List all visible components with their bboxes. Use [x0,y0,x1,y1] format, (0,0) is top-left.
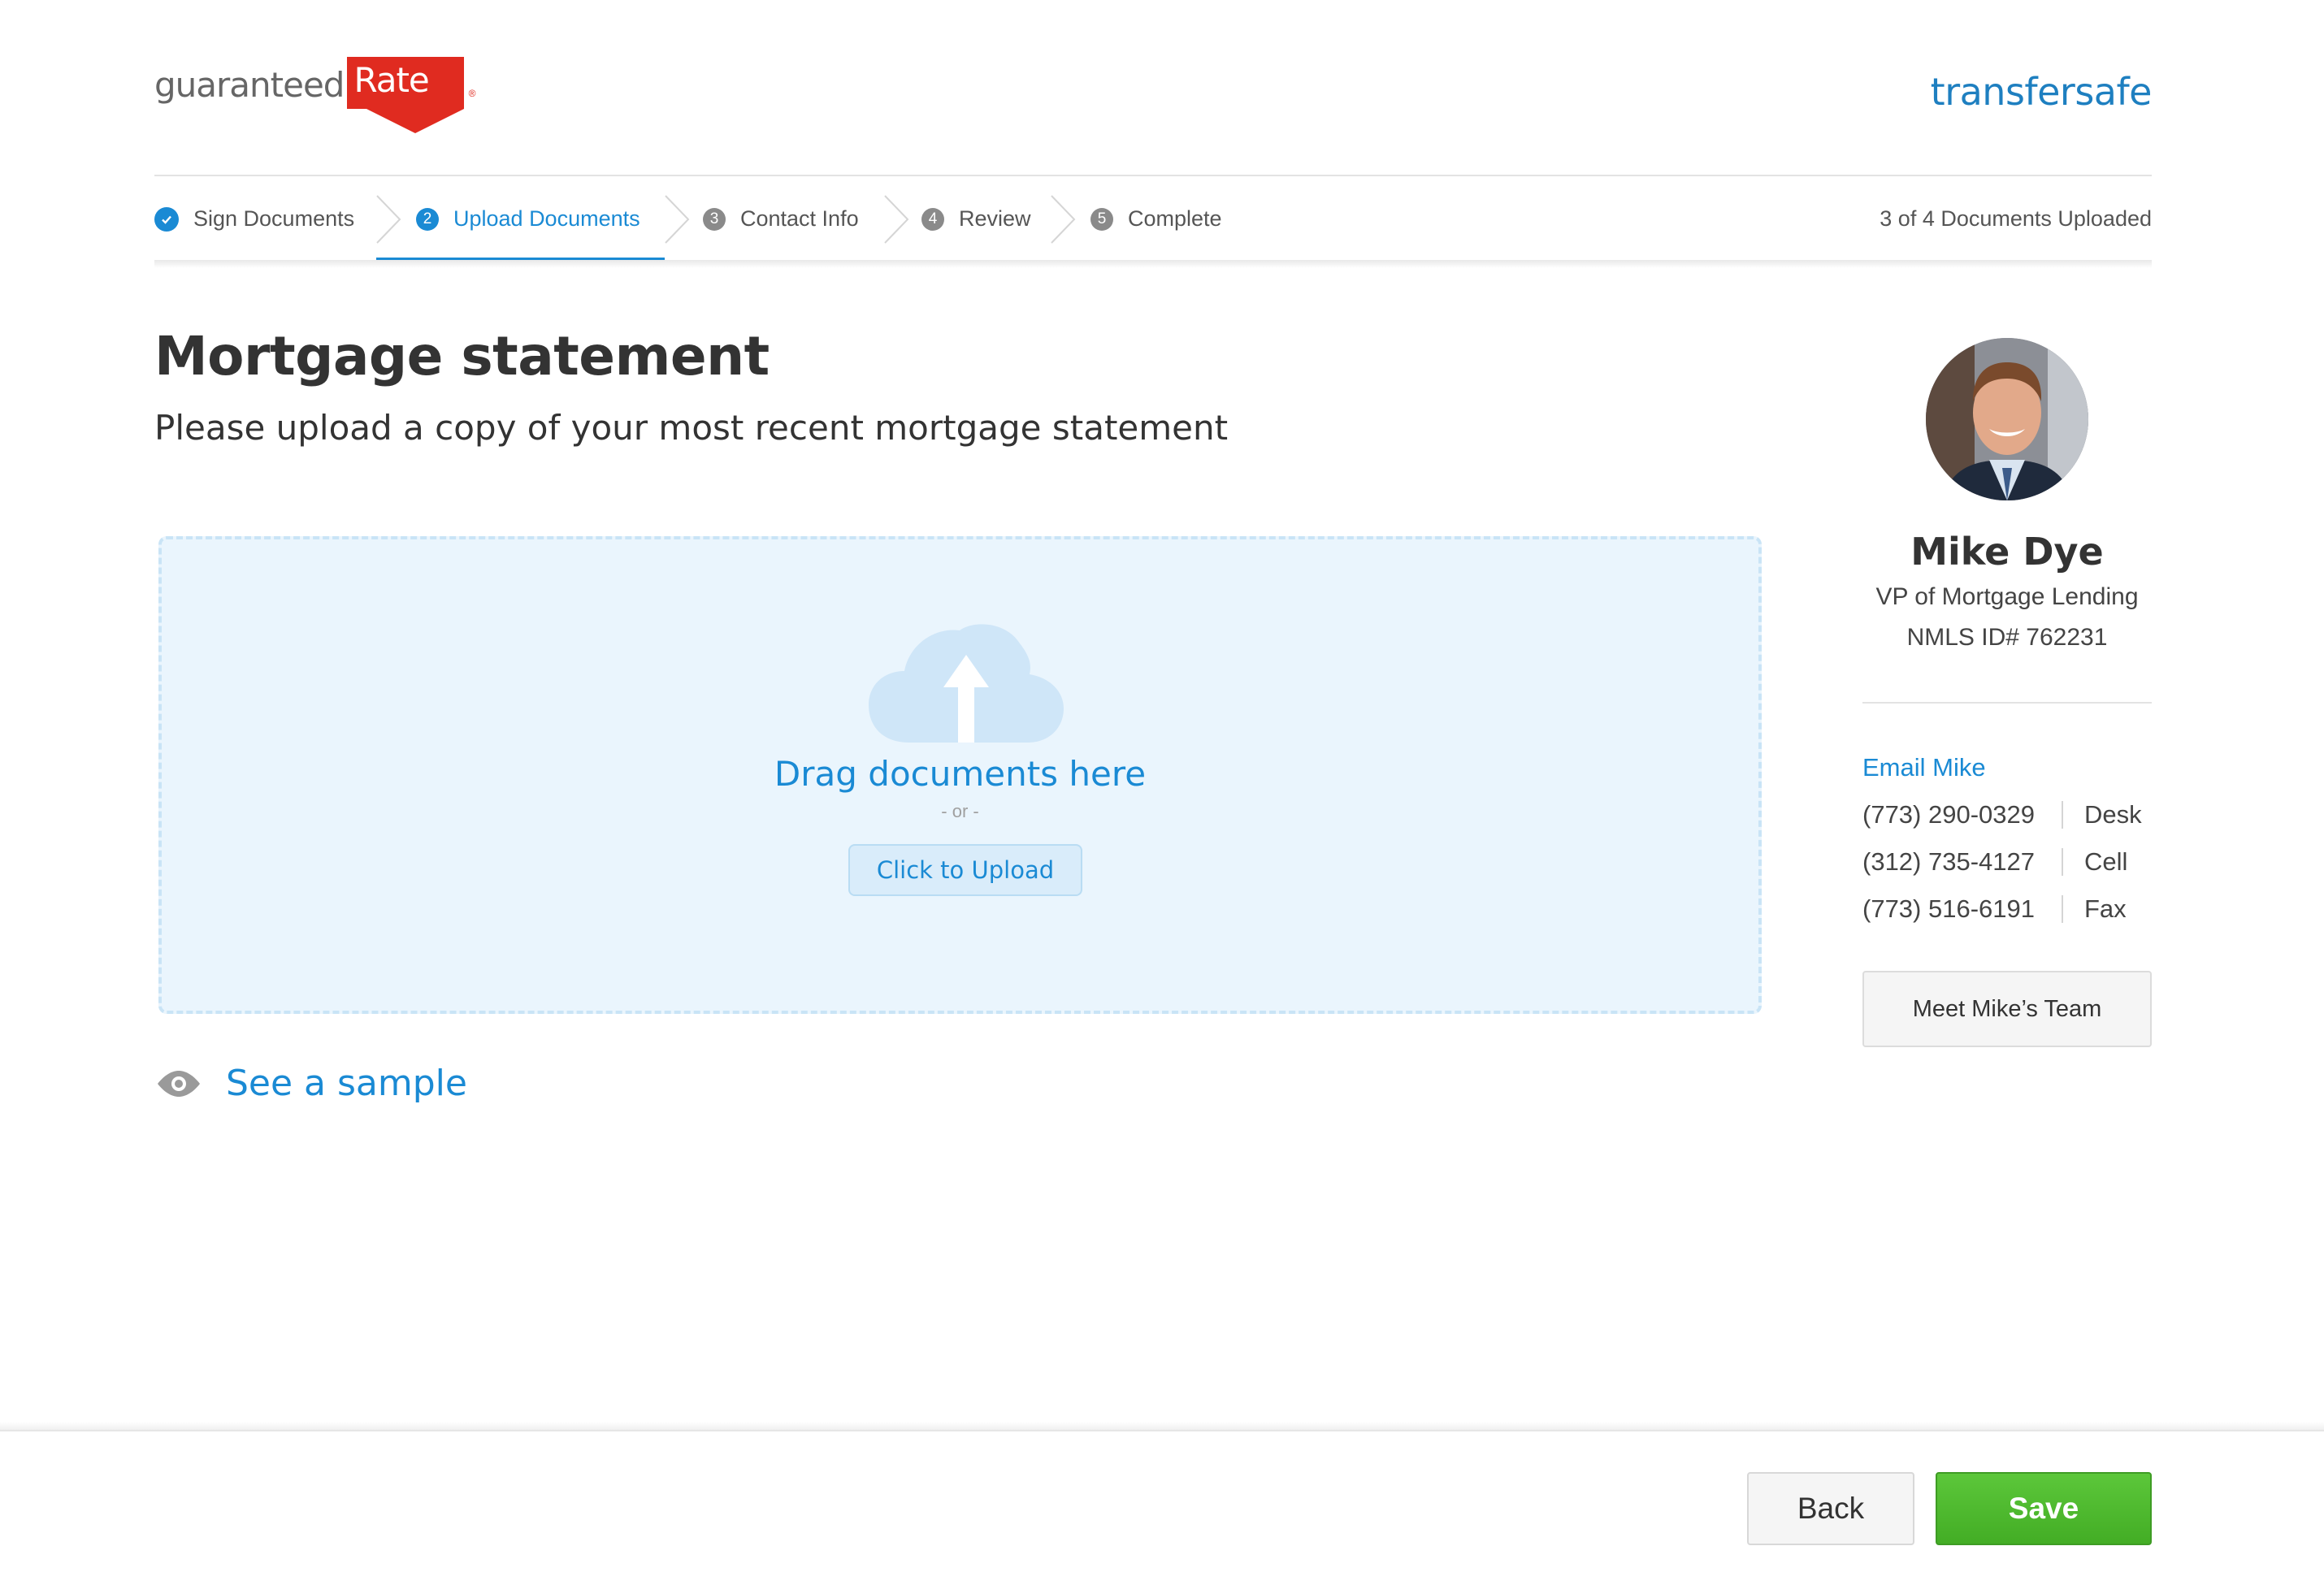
logo-registered-mark: ® [468,88,476,99]
page-title: Mortgage statement [154,325,770,388]
step-review[interactable]: 4 Review [921,176,1031,262]
step-label: Review [959,206,1031,231]
phone-type: Desk [2084,800,2142,829]
logo-arrow-icon [366,109,465,133]
documents-uploaded-count: 3 of 4 Documents Uploaded [1880,206,2152,231]
step-number: 5 [1090,207,1113,231]
phone-separator [2062,801,2063,829]
phone-row-fax[interactable]: (773) 516-6191 Fax [1862,894,2127,924]
chevron-right-icon [665,195,690,244]
phone-row-cell[interactable]: (312) 735-4127 Cell [1862,847,2127,877]
back-button[interactable]: Back [1747,1472,1914,1545]
eye-icon [158,1070,200,1097]
agent-nmls-id: NMLS ID# 762231 [1906,624,2108,651]
progress-steps: Sign Documents 2 Upload Documents 3 Cont… [154,176,2152,262]
step-label: Contact Info [740,206,859,231]
sidebar-divider [1862,702,2152,704]
see-sample-link[interactable]: See a sample [156,1063,467,1104]
drag-documents-text: Drag documents here [774,754,1147,794]
phone-type: Cell [2084,847,2128,876]
save-button[interactable]: Save [1936,1472,2152,1545]
chevron-right-icon [1051,195,1076,244]
cloud-upload-icon [869,624,1064,743]
phone-type: Fax [2084,894,2127,923]
chevron-right-icon [376,195,401,244]
step-number: 4 [921,207,944,231]
click-to-upload-button[interactable]: Click to Upload [848,844,1082,896]
footer-divider [0,1430,2324,1431]
step-number: 2 [416,207,439,231]
logo-rate-badge: Rate ® [347,57,475,133]
step-label: Sign Documents [193,206,355,231]
step-label: Complete [1128,206,1222,231]
phone-row-desk[interactable]: (773) 290-0329 Desk [1862,800,2142,829]
step-complete[interactable]: 5 Complete [1090,176,1222,262]
agent-title: VP of Mortgage Lending [1875,583,2139,610]
page-subtitle: Please upload a copy of your most recent… [154,408,1229,448]
agent-avatar [1926,338,2088,500]
chevron-right-icon [884,195,909,244]
see-sample-label: See a sample [226,1063,467,1104]
agent-photo [1926,338,2088,500]
guaranteed-rate-logo[interactable]: guaranteed Rate ® [154,57,475,133]
steps-shadow [154,260,2152,268]
meet-team-button[interactable]: Meet Mike’s Team [1862,971,2152,1047]
step-label: Upload Documents [453,206,640,231]
page-header: guaranteed Rate ® transfersafe [154,49,2153,175]
step-sign-documents[interactable]: Sign Documents [154,176,354,262]
phone-separator [2062,895,2063,923]
footer-shadow [0,1422,2324,1430]
check-circle-icon [154,206,179,232]
step-upload-documents[interactable]: 2 Upload Documents [416,176,640,262]
step-contact-info[interactable]: 3 Contact Info [703,176,859,262]
logo-rate-text: Rate [347,57,465,109]
step-number: 3 [703,207,726,231]
email-agent-link[interactable]: Email Mike [1862,753,1986,782]
agent-name: Mike Dye [1910,530,2104,574]
phone-number: (773) 290-0329 [1862,800,2035,829]
transfersafe-brand: transfersafe [1930,70,2153,114]
logo-word: guaranteed [154,65,345,105]
or-separator: - or - [941,801,979,821]
phone-separator [2062,848,2063,876]
upload-dropzone[interactable]: Drag documents here - or - Click to Uplo… [158,536,1762,1014]
phone-number: (773) 516-6191 [1862,894,2035,923]
phone-number: (312) 735-4127 [1862,847,2035,876]
